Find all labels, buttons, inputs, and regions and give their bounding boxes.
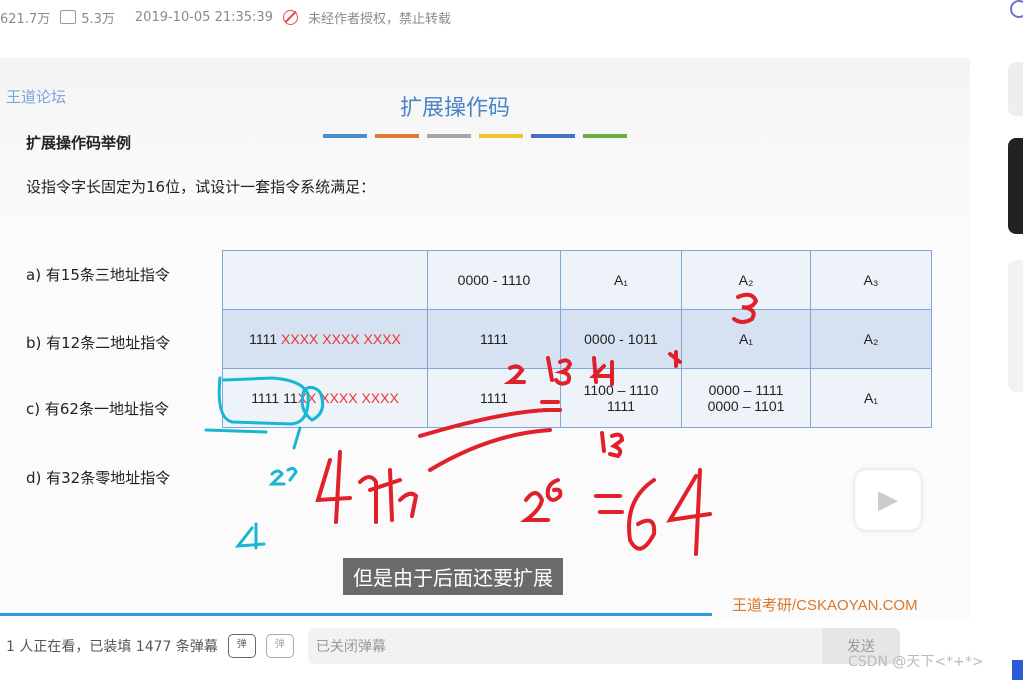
video-player[interactable]: 王道论坛 扩展操作码 扩展操作码举例 设指令字长固定为16位，试设计一套指令系统… — [0, 58, 970, 618]
danmaku-input[interactable]: 已关闭弹幕 — [307, 628, 828, 664]
cell-text: 1111 — [249, 331, 282, 347]
ban-icon — [282, 9, 298, 25]
slide: 王道论坛 扩展操作码 扩展操作码举例 设指令字长固定为16位，试设计一套指令系统… — [0, 58, 970, 618]
slide-title: 扩展操作码 — [400, 96, 511, 121]
color-bar — [323, 134, 627, 138]
danmaku-count: 5.3万 — [81, 11, 115, 27]
danmaku-icon — [60, 9, 77, 24]
table-row: 1111 XXXX XXXX XXXX 1111 0000 - 1011 A₁ … — [222, 309, 932, 369]
table-cell: 1111 11XX XXXX XXXX — [222, 368, 428, 428]
table-cell: 0000 - 1011 — [560, 309, 682, 369]
sidebar-tab[interactable] — [1008, 138, 1023, 234]
color-bar-segment — [323, 134, 367, 138]
table-cell: 0000 – 1111 0000 – 1101 — [681, 368, 811, 428]
requirement-a: a) 有15条三地址指令 — [26, 266, 170, 284]
play-icon[interactable]: ▶ — [855, 470, 921, 530]
requirement-d: d) 有32条零地址指令 — [26, 469, 171, 487]
color-bar-segment — [375, 134, 419, 138]
cell-text-red: XX XXXX XXXX — [297, 390, 399, 406]
views-count: 621.7万 — [0, 11, 51, 27]
sidebar-tab[interactable] — [1012, 660, 1023, 680]
table-cell: A₁ — [560, 250, 682, 310]
sidebar-tab[interactable] — [1008, 62, 1023, 116]
danmaku-settings-button[interactable]: 弹 — [265, 634, 294, 658]
danmaku-info: 5.3万 — [60, 8, 125, 27]
slide-description: 设指令字长固定为16位，试设计一套指令系统满足： — [26, 178, 376, 196]
table-cell: A₂ — [681, 250, 811, 310]
sidebar-tab[interactable] — [1008, 260, 1023, 392]
progress-bar[interactable] — [0, 613, 712, 616]
table-cell: A₃ — [810, 250, 932, 310]
avatar[interactable] — [1010, 0, 1023, 18]
subtitle: 但是由于后面还要扩展 — [343, 558, 563, 595]
requirement-c: c) 有62条一地址指令 — [26, 400, 169, 418]
table-cell: A₂ — [810, 309, 932, 369]
cell-text-red: XXXX XXXX XXXX — [281, 331, 401, 347]
video-info-bar: 621.7万 5.3万 2019-10-05 21:35:39 未经作者授权，禁… — [0, 0, 1000, 34]
publish-datetime: 2019-10-05 21:35:39 — [134, 9, 273, 25]
copyright-text: 未经作者授权，禁止转载 — [307, 11, 451, 27]
slide-logo: 王道论坛 — [6, 88, 67, 106]
opcode-table: 0000 - 1110 A₁ A₂ A₃ 1111 XXXX XXXX XXXX… — [222, 250, 932, 428]
color-bar-segment — [583, 134, 627, 138]
viewer-count: 1 人正在看，已装填 1477 条弹幕 — [6, 639, 218, 655]
table-cell: 0000 - 1110 — [427, 250, 561, 310]
cell-text: 1111 11 — [251, 390, 298, 406]
color-bar-segment — [531, 134, 575, 138]
slide-heading: 扩展操作码举例 — [26, 134, 132, 152]
table-cell: 1111 — [427, 309, 561, 369]
right-sidebar — [1004, 0, 1023, 680]
brand-watermark: 王道考研/CSKAOYAN.COM — [732, 597, 918, 614]
table-cell — [222, 250, 428, 310]
color-bar-segment — [427, 134, 471, 138]
table-row: 1111 11XX XXXX XXXX 1111 1100 – 1110 111… — [222, 368, 932, 428]
danmaku-toggle-button[interactable]: 弹 — [227, 634, 256, 658]
table-row: 0000 - 1110 A₁ A₂ A₃ — [222, 250, 932, 310]
table-cell: 1111 XXXX XXXX XXXX — [222, 309, 428, 369]
requirement-b: b) 有12条二地址指令 — [26, 334, 171, 352]
table-cell: A₁ — [810, 368, 932, 428]
table-cell: A₁ — [681, 309, 811, 369]
copyright-notice: 未经作者授权，禁止转载 — [282, 8, 461, 27]
csdn-watermark: CSDN @天下<*+*> — [848, 654, 984, 670]
table-cell: 1100 – 1110 1111 — [560, 368, 682, 428]
table-cell: 1111 — [427, 368, 561, 428]
color-bar-segment — [479, 134, 523, 138]
